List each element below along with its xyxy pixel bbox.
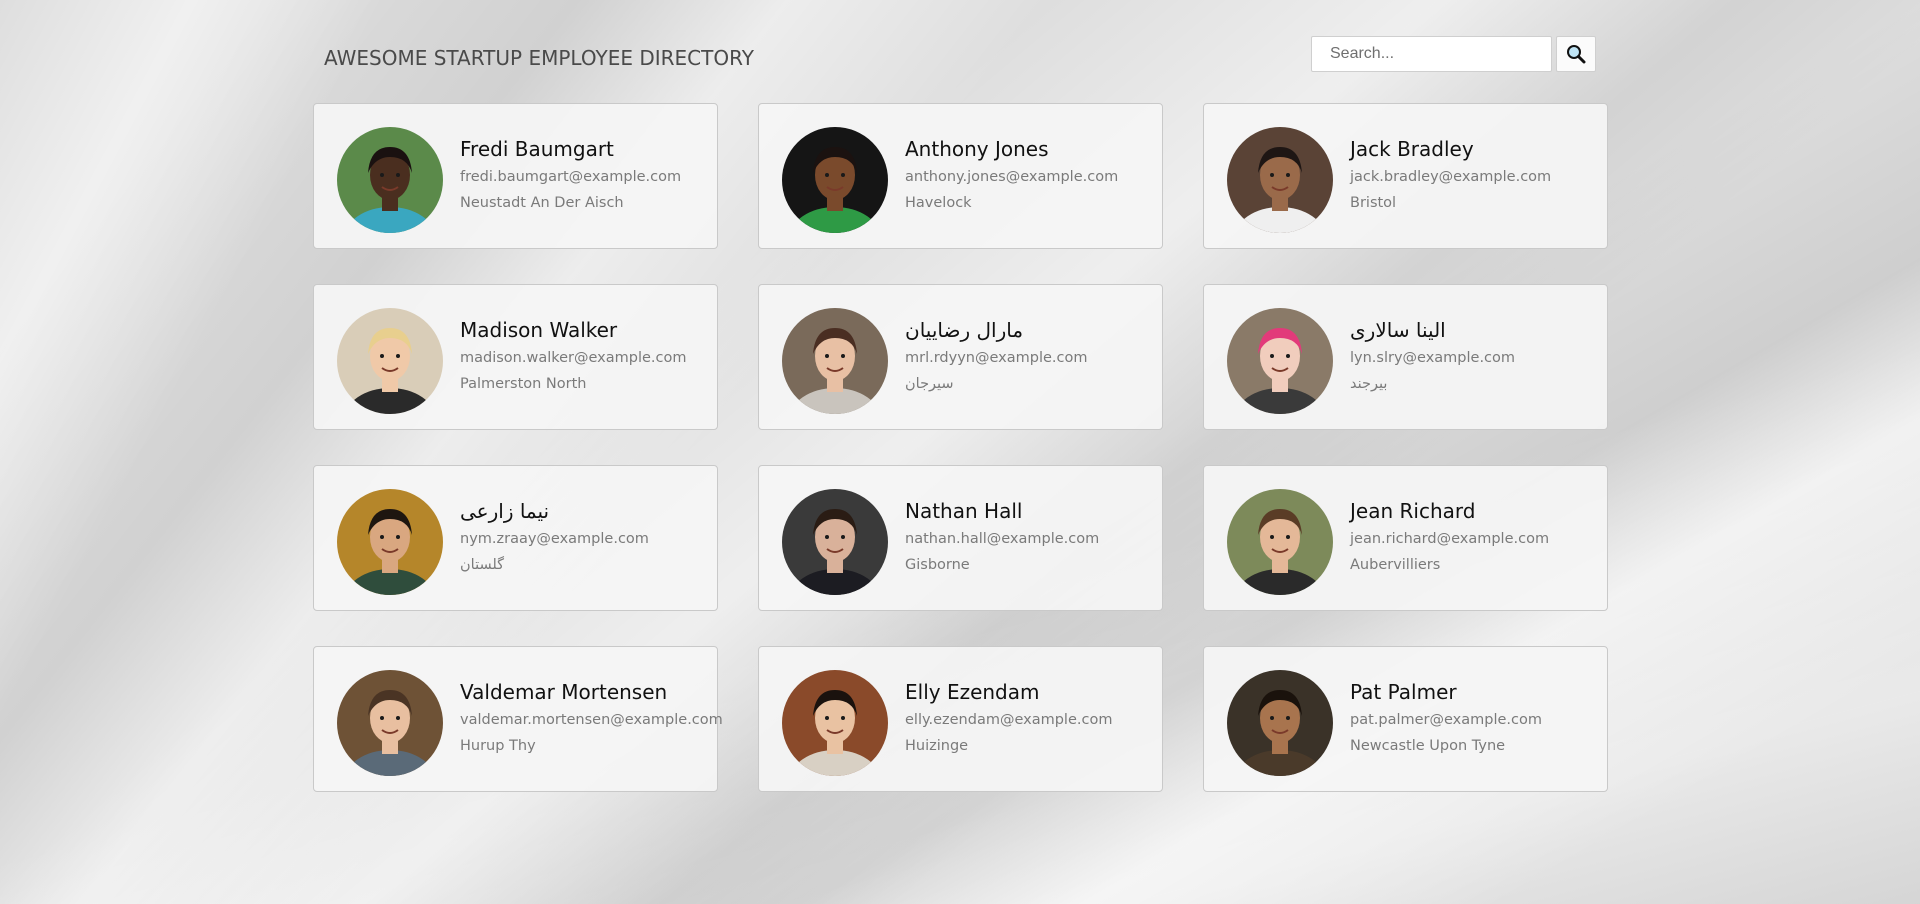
avatar — [782, 670, 888, 776]
employee-email: elly.ezendam@example.com — [905, 712, 1113, 728]
employee-card[interactable]: Elly Ezendam elly.ezendam@example.com Huiz… — [758, 646, 1163, 792]
employee-city: Huizinge — [905, 738, 969, 754]
employee-city: Neustadt An Der Aisch — [460, 195, 624, 211]
employee-card[interactable]: Pat Palmer pat.palmer@example.com Newcastl… — [1203, 646, 1608, 792]
avatar — [782, 308, 888, 414]
employee-city: Newcastle Upon Tyne — [1350, 738, 1506, 754]
employee-info: نیما زارعی nym.zraay@example.com گلستان — [460, 499, 649, 583]
employee-email: fredi.baumgart@example.com — [460, 169, 682, 185]
employee-city: Bristol — [1350, 195, 1397, 211]
employee-name: الینا سالاری — [1350, 318, 1446, 342]
search-button[interactable] — [1556, 36, 1596, 72]
employee-city: Aubervilliers — [1350, 557, 1441, 573]
employee-email: anthony.jones@example.com — [905, 169, 1119, 185]
employee-card[interactable]: Jack Bradley jack.bradley@example.com Bris… — [1203, 103, 1608, 249]
employee-email: mrl.rdyyn@example.com — [905, 350, 1088, 366]
employee-card[interactable]: Nathan Hall nathan.hall@example.com Gisbor… — [758, 465, 1163, 611]
employee-card[interactable]: Anthony Jones anthony.jones@example.com Ha… — [758, 103, 1163, 249]
employee-city: Havelock — [905, 195, 972, 211]
avatar — [782, 127, 888, 233]
employee-city: Palmerston North — [460, 376, 587, 392]
employee-city: گلستان — [460, 557, 505, 573]
employee-info: Fredi Baumgart fredi.baumgart@example.com… — [460, 137, 681, 221]
avatar — [337, 670, 443, 776]
employee-email: jean.richard@example.com — [1350, 531, 1550, 547]
avatar — [337, 127, 443, 233]
avatar — [1227, 489, 1333, 595]
page-header: AWESOME STARTUP EMPLOYEE DIRECTORY — [324, 36, 1596, 76]
employee-card[interactable]: نیما زارعی nym.zraay@example.com گلستان — [313, 465, 718, 611]
employee-email: lyn.slry@example.com — [1350, 350, 1516, 366]
employee-info: Madison Walker madison.walker@example.com… — [460, 318, 687, 402]
employee-city: بیرجند — [1350, 376, 1388, 392]
employee-card[interactable]: Madison Walker madison.walker@example.com… — [313, 284, 718, 430]
employee-card[interactable]: Fredi Baumgart fredi.baumgart@example.com… — [313, 103, 718, 249]
employee-card[interactable]: الینا سالاری lyn.slry@example.com بیرجند — [1203, 284, 1608, 430]
employee-name: Fredi Baumgart — [460, 137, 614, 161]
employee-name: Valdemar Mortensen — [460, 680, 668, 704]
search-form — [1311, 36, 1596, 72]
avatar — [1227, 308, 1333, 414]
employee-name: Nathan Hall — [905, 499, 1023, 523]
employee-name: Pat Palmer — [1350, 680, 1457, 704]
employee-email: pat.palmer@example.com — [1350, 712, 1542, 728]
employee-name: مارال رضاییان — [905, 318, 1024, 342]
employee-info: مارال رضاییان mrl.rdyyn@example.com سیرجان — [905, 318, 1087, 402]
employee-name: Madison Walker — [460, 318, 618, 342]
search-input[interactable] — [1311, 36, 1552, 72]
employee-name: Anthony Jones — [905, 137, 1049, 161]
magnifier-icon — [1567, 45, 1586, 64]
employee-name: Jack Bradley — [1350, 137, 1474, 161]
employee-info: الینا سالاری lyn.slry@example.com بیرجند — [1350, 318, 1515, 402]
employee-city: Hurup Thy — [460, 738, 536, 754]
employee-email: madison.walker@example.com — [460, 350, 687, 366]
avatar — [337, 308, 443, 414]
employee-card[interactable]: Valdemar Mortensen valdemar.mortensen@exa… — [313, 646, 723, 792]
employee-info: Jean Richard jean.richard@example.com Aube… — [1350, 499, 1549, 583]
page-title: AWESOME STARTUP EMPLOYEE DIRECTORY — [324, 46, 754, 70]
employee-name: Jean Richard — [1350, 499, 1476, 523]
employee-email: nathan.hall@example.com — [905, 531, 1100, 547]
employee-city: Gisborne — [905, 557, 970, 573]
employee-email: valdemar.mortensen@example.com — [460, 712, 723, 728]
employee-card[interactable]: مارال رضاییان mrl.rdyyn@example.com سیرجان — [758, 284, 1163, 430]
employee-info: Pat Palmer pat.palmer@example.com Newcastl… — [1350, 680, 1542, 764]
employee-info: Nathan Hall nathan.hall@example.com Gisbor… — [905, 499, 1099, 583]
employee-email: nym.zraay@example.com — [460, 531, 649, 547]
employee-info: Jack Bradley jack.bradley@example.com Bris… — [1350, 137, 1551, 221]
employee-gallery: Fredi Baumgart fredi.baumgart@example.com… — [313, 103, 1608, 792]
avatar — [1227, 670, 1333, 776]
employee-info: Anthony Jones anthony.jones@example.com Ha… — [905, 137, 1118, 221]
employee-email: jack.bradley@example.com — [1350, 169, 1552, 185]
avatar — [337, 489, 443, 595]
employee-card[interactable]: Jean Richard jean.richard@example.com Aube… — [1203, 465, 1608, 611]
employee-city: سیرجان — [905, 376, 954, 392]
avatar — [1227, 127, 1333, 233]
employee-name: نیما زارعی — [460, 499, 550, 523]
employee-info: Valdemar Mortensen valdemar.mortensen@exa… — [460, 680, 723, 764]
employee-info: Elly Ezendam elly.ezendam@example.com Huiz… — [905, 680, 1112, 764]
employee-name: Elly Ezendam — [905, 680, 1040, 704]
avatar — [782, 489, 888, 595]
